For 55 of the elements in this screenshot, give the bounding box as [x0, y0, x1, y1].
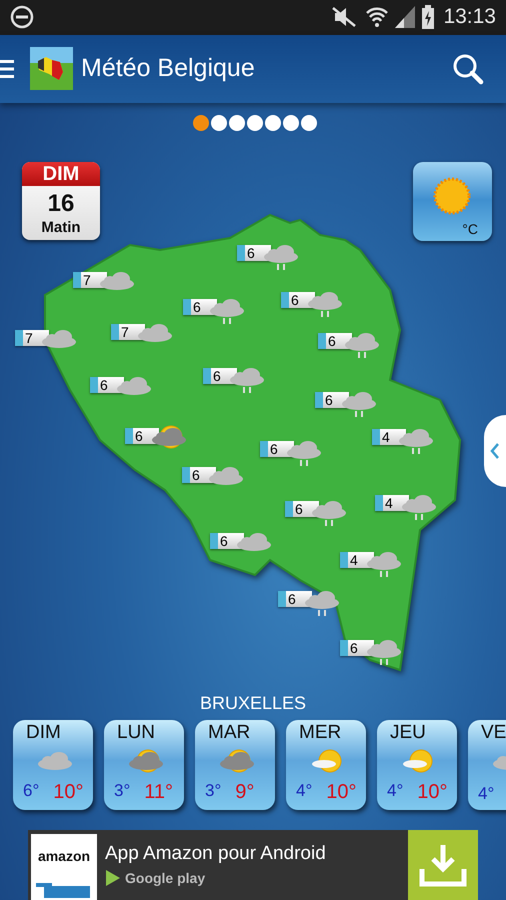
wifi-icon: [365, 6, 390, 28]
temperature-label: 6: [278, 590, 312, 607]
high-temperature: 10°: [326, 781, 357, 804]
day-name: LUN: [117, 722, 156, 744]
calendar-date: 16: [48, 190, 74, 218]
calendar-day: DIM: [22, 162, 100, 186]
calendar-icon[interactable]: DIM 16 Matin: [22, 162, 100, 240]
amazon-logo: amazon: [31, 834, 97, 900]
page-indicator-dot[interactable]: [192, 114, 208, 131]
app-title: Météo Belgique: [81, 54, 256, 84]
play-store-icon: [105, 869, 121, 888]
forecast-card[interactable]: DIM 6° 10°: [13, 720, 93, 810]
download-icon: [419, 843, 467, 888]
forecast-card[interactable]: MAR 3° 9°: [195, 720, 275, 810]
ad-title: App Amazon pour Android: [105, 843, 327, 866]
page-indicator-dot[interactable]: [228, 114, 244, 131]
day-name: VE: [481, 722, 506, 744]
city-name: BRUXELLES: [200, 693, 306, 714]
battery-charging-icon: [421, 5, 436, 30]
forecast-card[interactable]: JEU 4° 10°: [377, 720, 457, 810]
low-temperature: 3°: [114, 781, 130, 802]
calendar-period: Matin: [41, 218, 81, 236]
low-temperature: 4°: [387, 781, 404, 802]
store-name: Google play: [125, 870, 206, 886]
low-temperature: 6°: [23, 781, 40, 802]
high-temperature: 9°: [235, 781, 254, 804]
high-temperature: 10°: [53, 781, 84, 804]
low-temperature: 4°: [478, 784, 494, 804]
unit-button[interactable]: °C: [413, 162, 492, 241]
app-logo-icon: [30, 47, 73, 90]
forecast-card[interactable]: VE 4°: [468, 720, 506, 810]
low-temperature: 3°: [205, 781, 222, 802]
high-temperature: 10°: [417, 781, 448, 804]
high-temperature: 11°: [144, 781, 174, 804]
status-time: 13:13: [443, 5, 496, 30]
search-icon[interactable]: [452, 52, 484, 85]
chevron-left-icon: [490, 442, 500, 460]
forecast-card[interactable]: MER 4° 10°: [286, 720, 366, 810]
day-name: DIM: [26, 722, 62, 744]
signal-icon: [395, 6, 416, 28]
page-indicator-dot[interactable]: [264, 114, 280, 131]
page-indicator-dot[interactable]: [210, 114, 226, 131]
sun-icon: [432, 176, 472, 216]
forecast-card[interactable]: LUN 3° 11°: [104, 720, 184, 810]
day-name: JEU: [390, 722, 427, 744]
menu-icon[interactable]: [0, 58, 14, 79]
side-panel-tab[interactable]: [484, 414, 506, 487]
ad-banner[interactable]: amazon App Amazon pour Android Google play: [28, 830, 478, 900]
day-name: MAR: [208, 722, 252, 744]
page-indicator-dot[interactable]: [282, 114, 298, 131]
low-temperature: 4°: [296, 781, 312, 802]
day-name: MER: [299, 722, 342, 744]
page-indicator-dot[interactable]: [246, 114, 262, 131]
page-indicator-dot[interactable]: [300, 114, 316, 131]
do-not-disturb-icon: [10, 5, 34, 30]
